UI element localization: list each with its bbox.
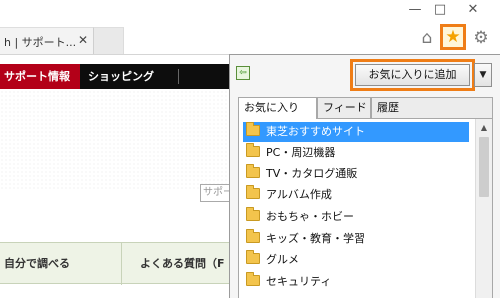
support-menu-bar: 自分で調べる よくある質問（F [0, 242, 230, 285]
scrollbar-thumb[interactable] [479, 137, 489, 197]
page-background-pattern [0, 90, 230, 190]
folder-icon [246, 250, 260, 264]
scroll-up-icon[interactable]: ▲ [476, 119, 492, 136]
gear-icon[interactable]: ⚙ [470, 27, 492, 49]
favorites-tabs: お気に入り フィード 履歴 [238, 97, 493, 119]
tab-title: h | サポート... [4, 36, 77, 49]
favorites-center-panel: ⇦ お気に入りに追加 ▼ お気に入り フィード 履歴 東芝おすすめサイト PC・… [229, 54, 500, 298]
folder-icon [246, 164, 260, 178]
list-item[interactable]: TV・カタログ通販 [243, 164, 469, 184]
list-item-label: 東芝おすすめサイト [266, 125, 365, 138]
nav-item-support[interactable]: サポート情報 [0, 64, 80, 89]
folder-icon [246, 122, 260, 136]
nav-item-shopping[interactable]: ショッピング [86, 64, 154, 89]
favorites-button[interactable]: ★ [440, 24, 466, 50]
list-item-label: アルバム作成 [266, 188, 332, 201]
list-item[interactable]: アルバム作成 [243, 185, 469, 205]
tab-feeds[interactable]: フィード [317, 97, 371, 118]
faq-link[interactable]: よくある質問（F [127, 243, 230, 285]
add-to-favorites-button[interactable]: お気に入りに追加 [355, 64, 470, 86]
close-window-button[interactable]: ✕ [462, 2, 484, 18]
folder-icon [246, 143, 260, 157]
folder-icon [246, 229, 260, 243]
add-to-favorites-highlight: お気に入りに追加 [350, 59, 475, 91]
list-item[interactable]: キッズ・教育・学習 [243, 229, 469, 249]
tab-close-icon[interactable]: ✕ [78, 33, 88, 47]
folder-icon [246, 207, 260, 221]
list-scrollbar[interactable]: ▲ [475, 119, 492, 298]
star-icon: ★ [445, 27, 461, 47]
list-item-label: グルメ [266, 253, 299, 266]
home-icon[interactable]: ⌂ [416, 27, 438, 49]
site-search-input[interactable]: サポー [200, 184, 230, 202]
pin-favorites-center-icon[interactable]: ⇦ [236, 66, 250, 80]
favorites-list: 東芝おすすめサイト PC・周辺機器 TV・カタログ通販 アルバム作成 おもちゃ・… [238, 118, 493, 298]
self-help-link[interactable]: 自分で調べる [0, 243, 122, 285]
list-item[interactable]: 東芝おすすめサイト [243, 122, 469, 142]
minimize-button[interactable]: — [404, 2, 426, 18]
add-favorites-dropdown-icon[interactable]: ▼ [474, 63, 492, 87]
list-item[interactable]: PC・周辺機器 [243, 143, 469, 163]
list-item-label: おもちゃ・ホビー [266, 210, 354, 223]
folder-icon [246, 272, 260, 286]
list-item[interactable]: グルメ [243, 250, 469, 270]
nav-divider [178, 69, 179, 84]
tab-favorites[interactable]: お気に入り [238, 97, 317, 119]
new-tab-button[interactable] [94, 27, 124, 54]
list-item-label: セキュリティ [266, 275, 332, 288]
list-item-label: TV・カタログ通販 [266, 167, 358, 180]
list-item-label: PC・周辺機器 [266, 146, 336, 159]
list-item[interactable]: おもちゃ・ホビー [243, 207, 469, 227]
tab-history[interactable]: 履歴 [371, 97, 493, 118]
list-item-label: キッズ・教育・学習 [266, 232, 365, 245]
maximize-button[interactable]: □ [429, 2, 451, 18]
browser-title-bar: — □ ✕ h | サポート... ✕ ⌂ ★ ⚙ [0, 0, 500, 54]
folder-icon [246, 185, 260, 199]
browser-tab[interactable]: h | サポート... ✕ [0, 27, 94, 54]
list-item[interactable]: セキュリティ [243, 272, 469, 292]
site-nav-bar: サポート情報 ショッピング [0, 64, 230, 89]
